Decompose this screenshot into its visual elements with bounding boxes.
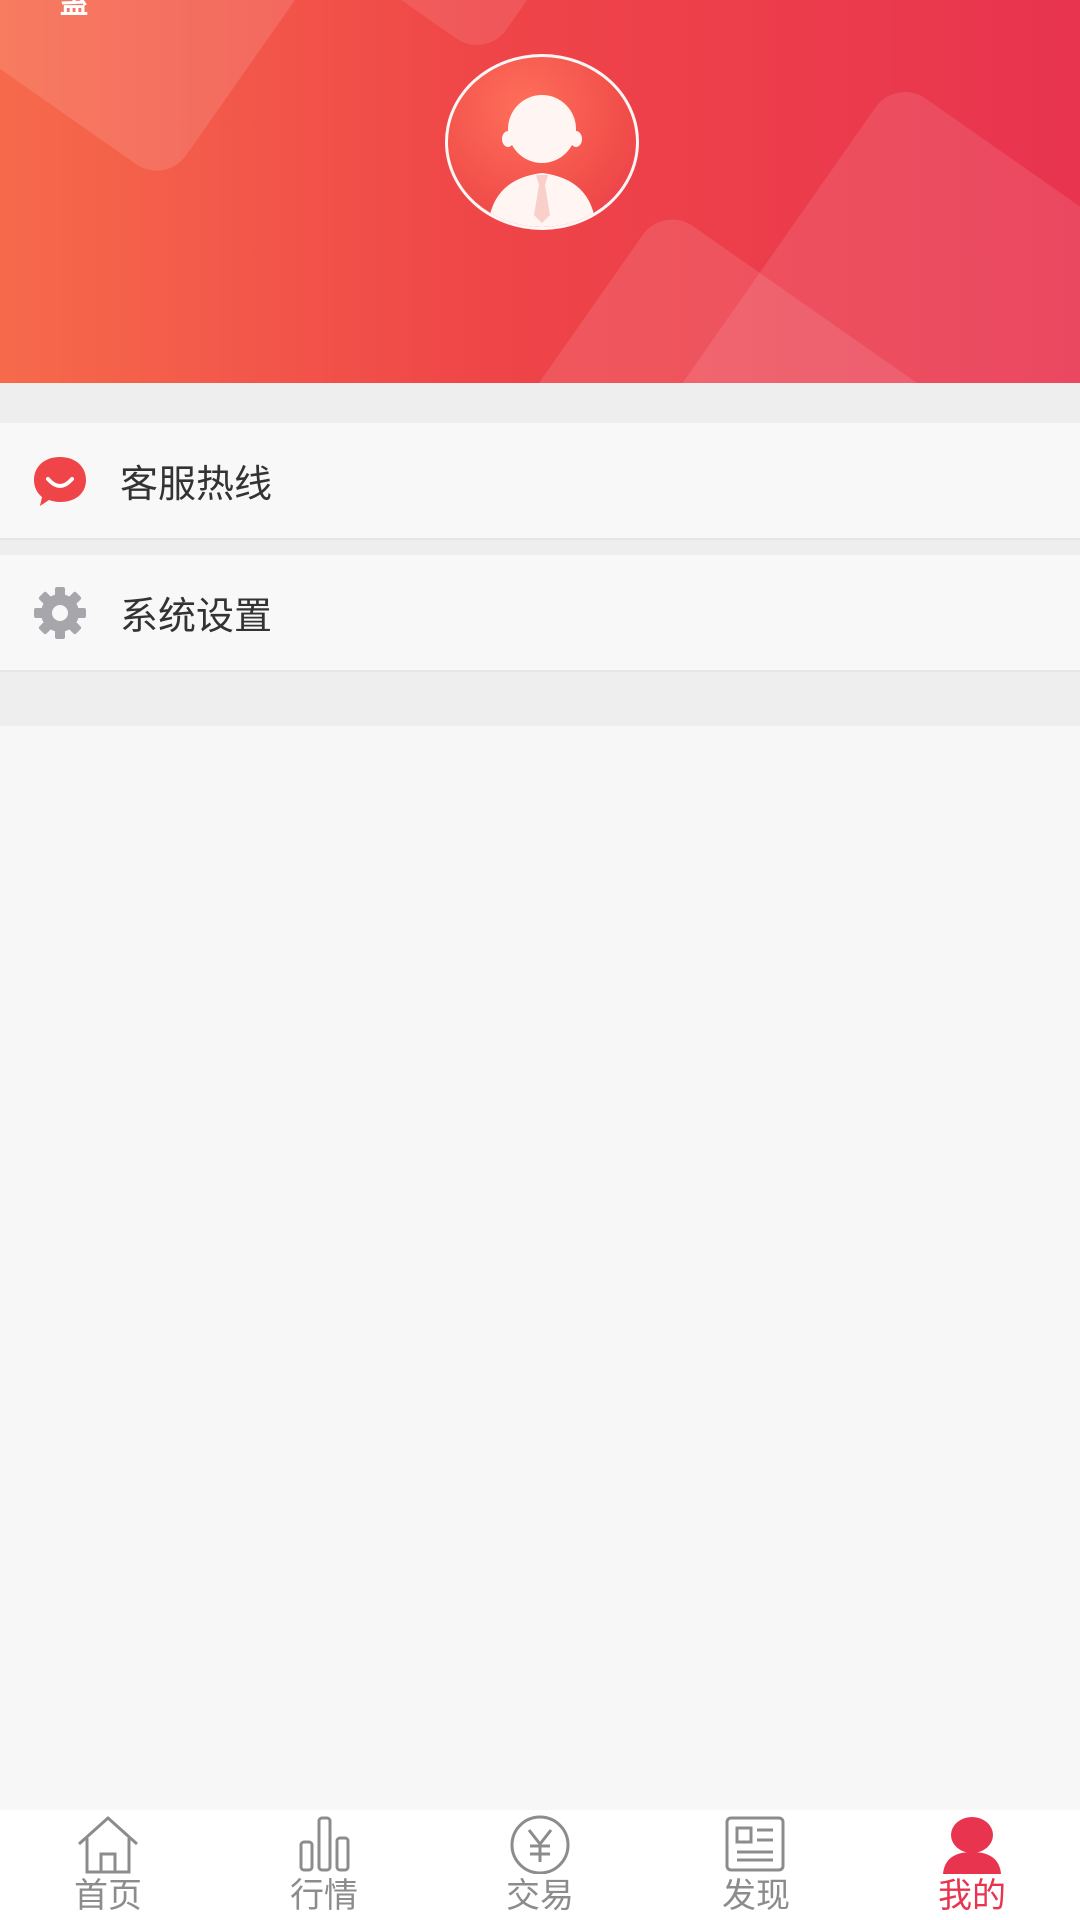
menu-item-label: 客服热线 [120, 462, 273, 506]
tab-label: 发现 [722, 1876, 790, 1916]
avatar[interactable] [445, 54, 639, 230]
menu-item-label: 系统设置 [120, 594, 273, 638]
tab-label: 行情 [290, 1876, 358, 1916]
header-decoration [280, 0, 630, 60]
user-avatar-icon [488, 95, 596, 227]
bottom-tab-bar: 首页 行情 交易 发现 我的 [0, 1810, 1080, 1920]
menu-item-system-settings[interactable]: 系统设置 [0, 555, 1080, 672]
tab-label: 交易 [506, 1876, 574, 1916]
tab-discover[interactable]: 发现 [648, 1810, 864, 1920]
section-spacer [0, 540, 1080, 555]
profile-page: 蛊 客服热线 系统设置 首页 行情 交易 发现 我的 [0, 0, 1080, 1920]
section-spacer [0, 383, 1080, 423]
gear-icon [34, 586, 86, 639]
profile-header: 蛊 [0, 0, 1080, 383]
tab-label: 首页 [74, 1876, 142, 1916]
tab-trade[interactable]: 交易 [432, 1810, 648, 1920]
chat-bubble-icon [34, 456, 86, 506]
tab-home[interactable]: 首页 [0, 1810, 216, 1920]
home-icon [77, 1816, 139, 1874]
header-decoration [0, 0, 355, 185]
bar-chart-icon [299, 1816, 350, 1872]
section-spacer [0, 672, 1080, 726]
user-icon [943, 1817, 1001, 1874]
tab-label: 我的 [938, 1876, 1006, 1916]
status-bar-glyph: 蛊 [60, 0, 89, 20]
menu-item-customer-hotline[interactable]: 客服热线 [0, 423, 1080, 540]
tab-market[interactable]: 行情 [216, 1810, 432, 1920]
tab-mine[interactable]: 我的 [864, 1810, 1080, 1920]
news-icon [725, 1816, 785, 1872]
yen-coin-icon [510, 1815, 570, 1874]
